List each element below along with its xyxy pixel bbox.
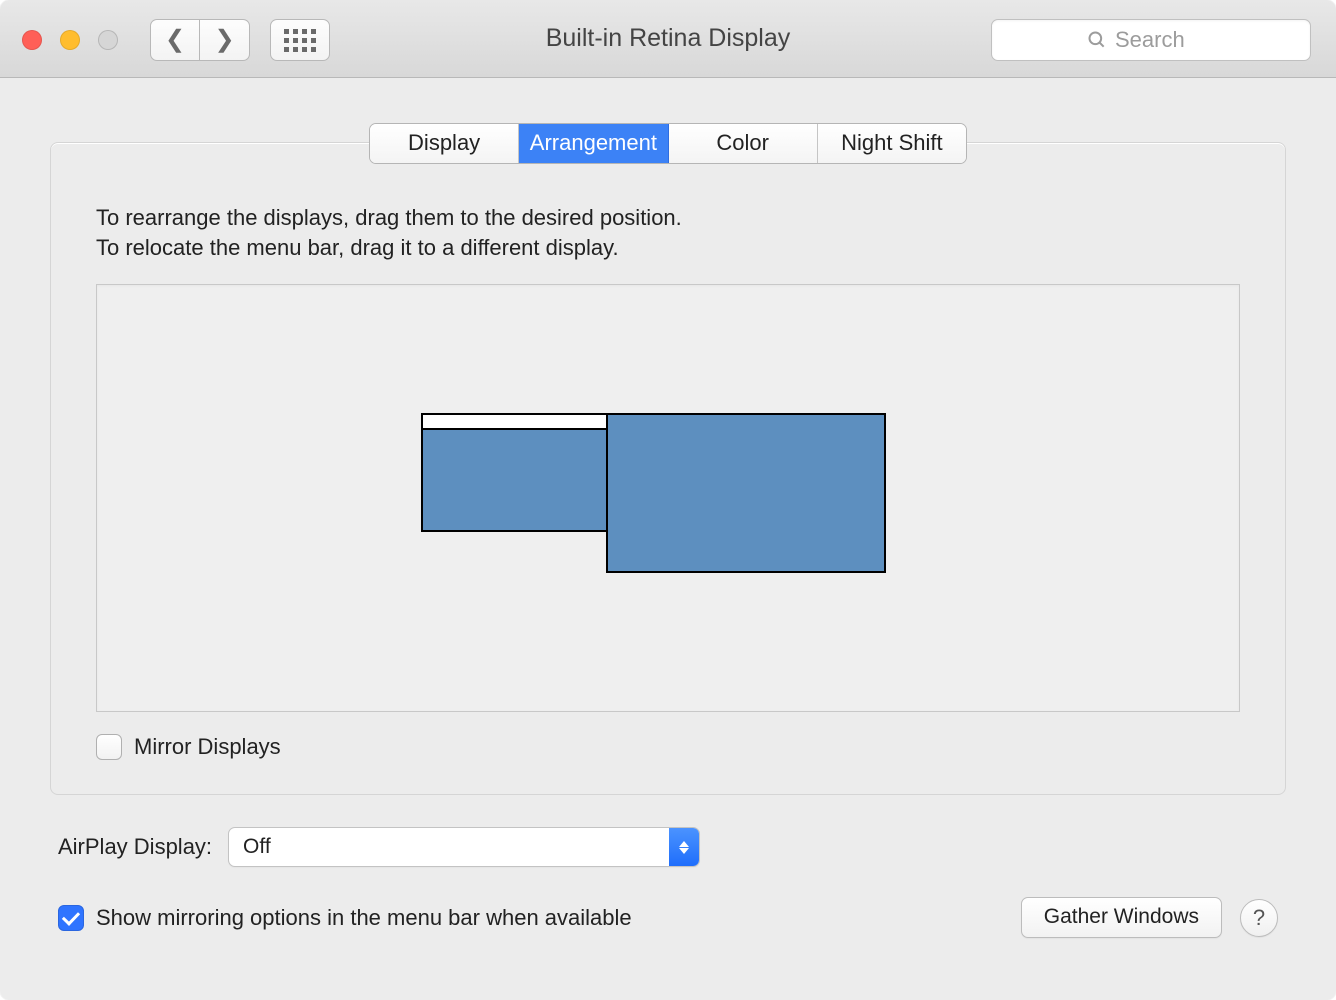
window-title: Built-in Retina Display	[546, 24, 791, 53]
content-area: Display Arrangement Color Night Shift To…	[0, 78, 1336, 968]
show-mirroring-label: Show mirroring options in the menu bar w…	[96, 905, 632, 931]
tab-bar: Display Arrangement Color Night Shift	[369, 123, 967, 164]
search-input[interactable]	[1115, 27, 1215, 53]
action-buttons: Gather Windows ?	[1021, 897, 1278, 938]
display-secondary[interactable]	[606, 413, 886, 573]
instructions-line2: To relocate the menu bar, drag it to a d…	[96, 233, 1240, 263]
minimize-button[interactable]	[60, 30, 80, 50]
instructions: To rearrange the displays, drag them to …	[96, 203, 1240, 262]
airplay-select[interactable]: Off	[228, 827, 700, 867]
airplay-label: AirPlay Display:	[58, 834, 212, 860]
select-caret-icon	[669, 828, 699, 866]
mirror-displays-label: Mirror Displays	[134, 734, 281, 760]
show-all-button[interactable]	[270, 19, 330, 61]
nav-group: ❮ ❯	[150, 19, 330, 61]
chevron-right-icon: ❯	[214, 28, 234, 52]
back-button[interactable]: ❮	[150, 19, 200, 61]
gather-windows-button[interactable]: Gather Windows	[1021, 897, 1222, 938]
bottom-controls: AirPlay Display: Off Show mirroring opti…	[50, 827, 1286, 938]
help-button[interactable]: ?	[1240, 899, 1278, 937]
tab-arrangement[interactable]: Arrangement	[519, 124, 668, 163]
bottom-row: Show mirroring options in the menu bar w…	[58, 897, 1278, 938]
airplay-row: AirPlay Display: Off	[58, 827, 1278, 867]
mirror-displays-row: Mirror Displays	[96, 734, 1240, 760]
display-primary[interactable]	[421, 413, 608, 532]
menu-bar-handle[interactable]	[423, 415, 606, 430]
show-mirroring-checkbox[interactable]	[58, 905, 84, 931]
preferences-window: ❮ ❯ Built-in Retina Display Display Arra…	[0, 0, 1336, 1000]
arrangement-panel: To rearrange the displays, drag them to …	[50, 142, 1286, 795]
instructions-line1: To rearrange the displays, drag them to …	[96, 203, 1240, 233]
traffic-lights	[22, 30, 118, 50]
chevron-left-icon: ❮	[165, 28, 185, 52]
search-field[interactable]	[991, 19, 1311, 61]
mirror-displays-checkbox[interactable]	[96, 734, 122, 760]
zoom-button	[98, 30, 118, 50]
titlebar: ❮ ❯ Built-in Retina Display	[0, 0, 1336, 78]
tab-display[interactable]: Display	[370, 124, 519, 163]
airplay-value: Off	[243, 835, 271, 859]
tab-night-shift[interactable]: Night Shift	[818, 124, 966, 163]
grid-icon	[284, 29, 316, 52]
show-mirroring-row: Show mirroring options in the menu bar w…	[58, 905, 632, 931]
arrangement-canvas[interactable]	[96, 284, 1240, 712]
tab-color[interactable]: Color	[669, 124, 818, 163]
close-button[interactable]	[22, 30, 42, 50]
search-icon	[1087, 30, 1107, 50]
forward-button[interactable]: ❯	[200, 19, 250, 61]
